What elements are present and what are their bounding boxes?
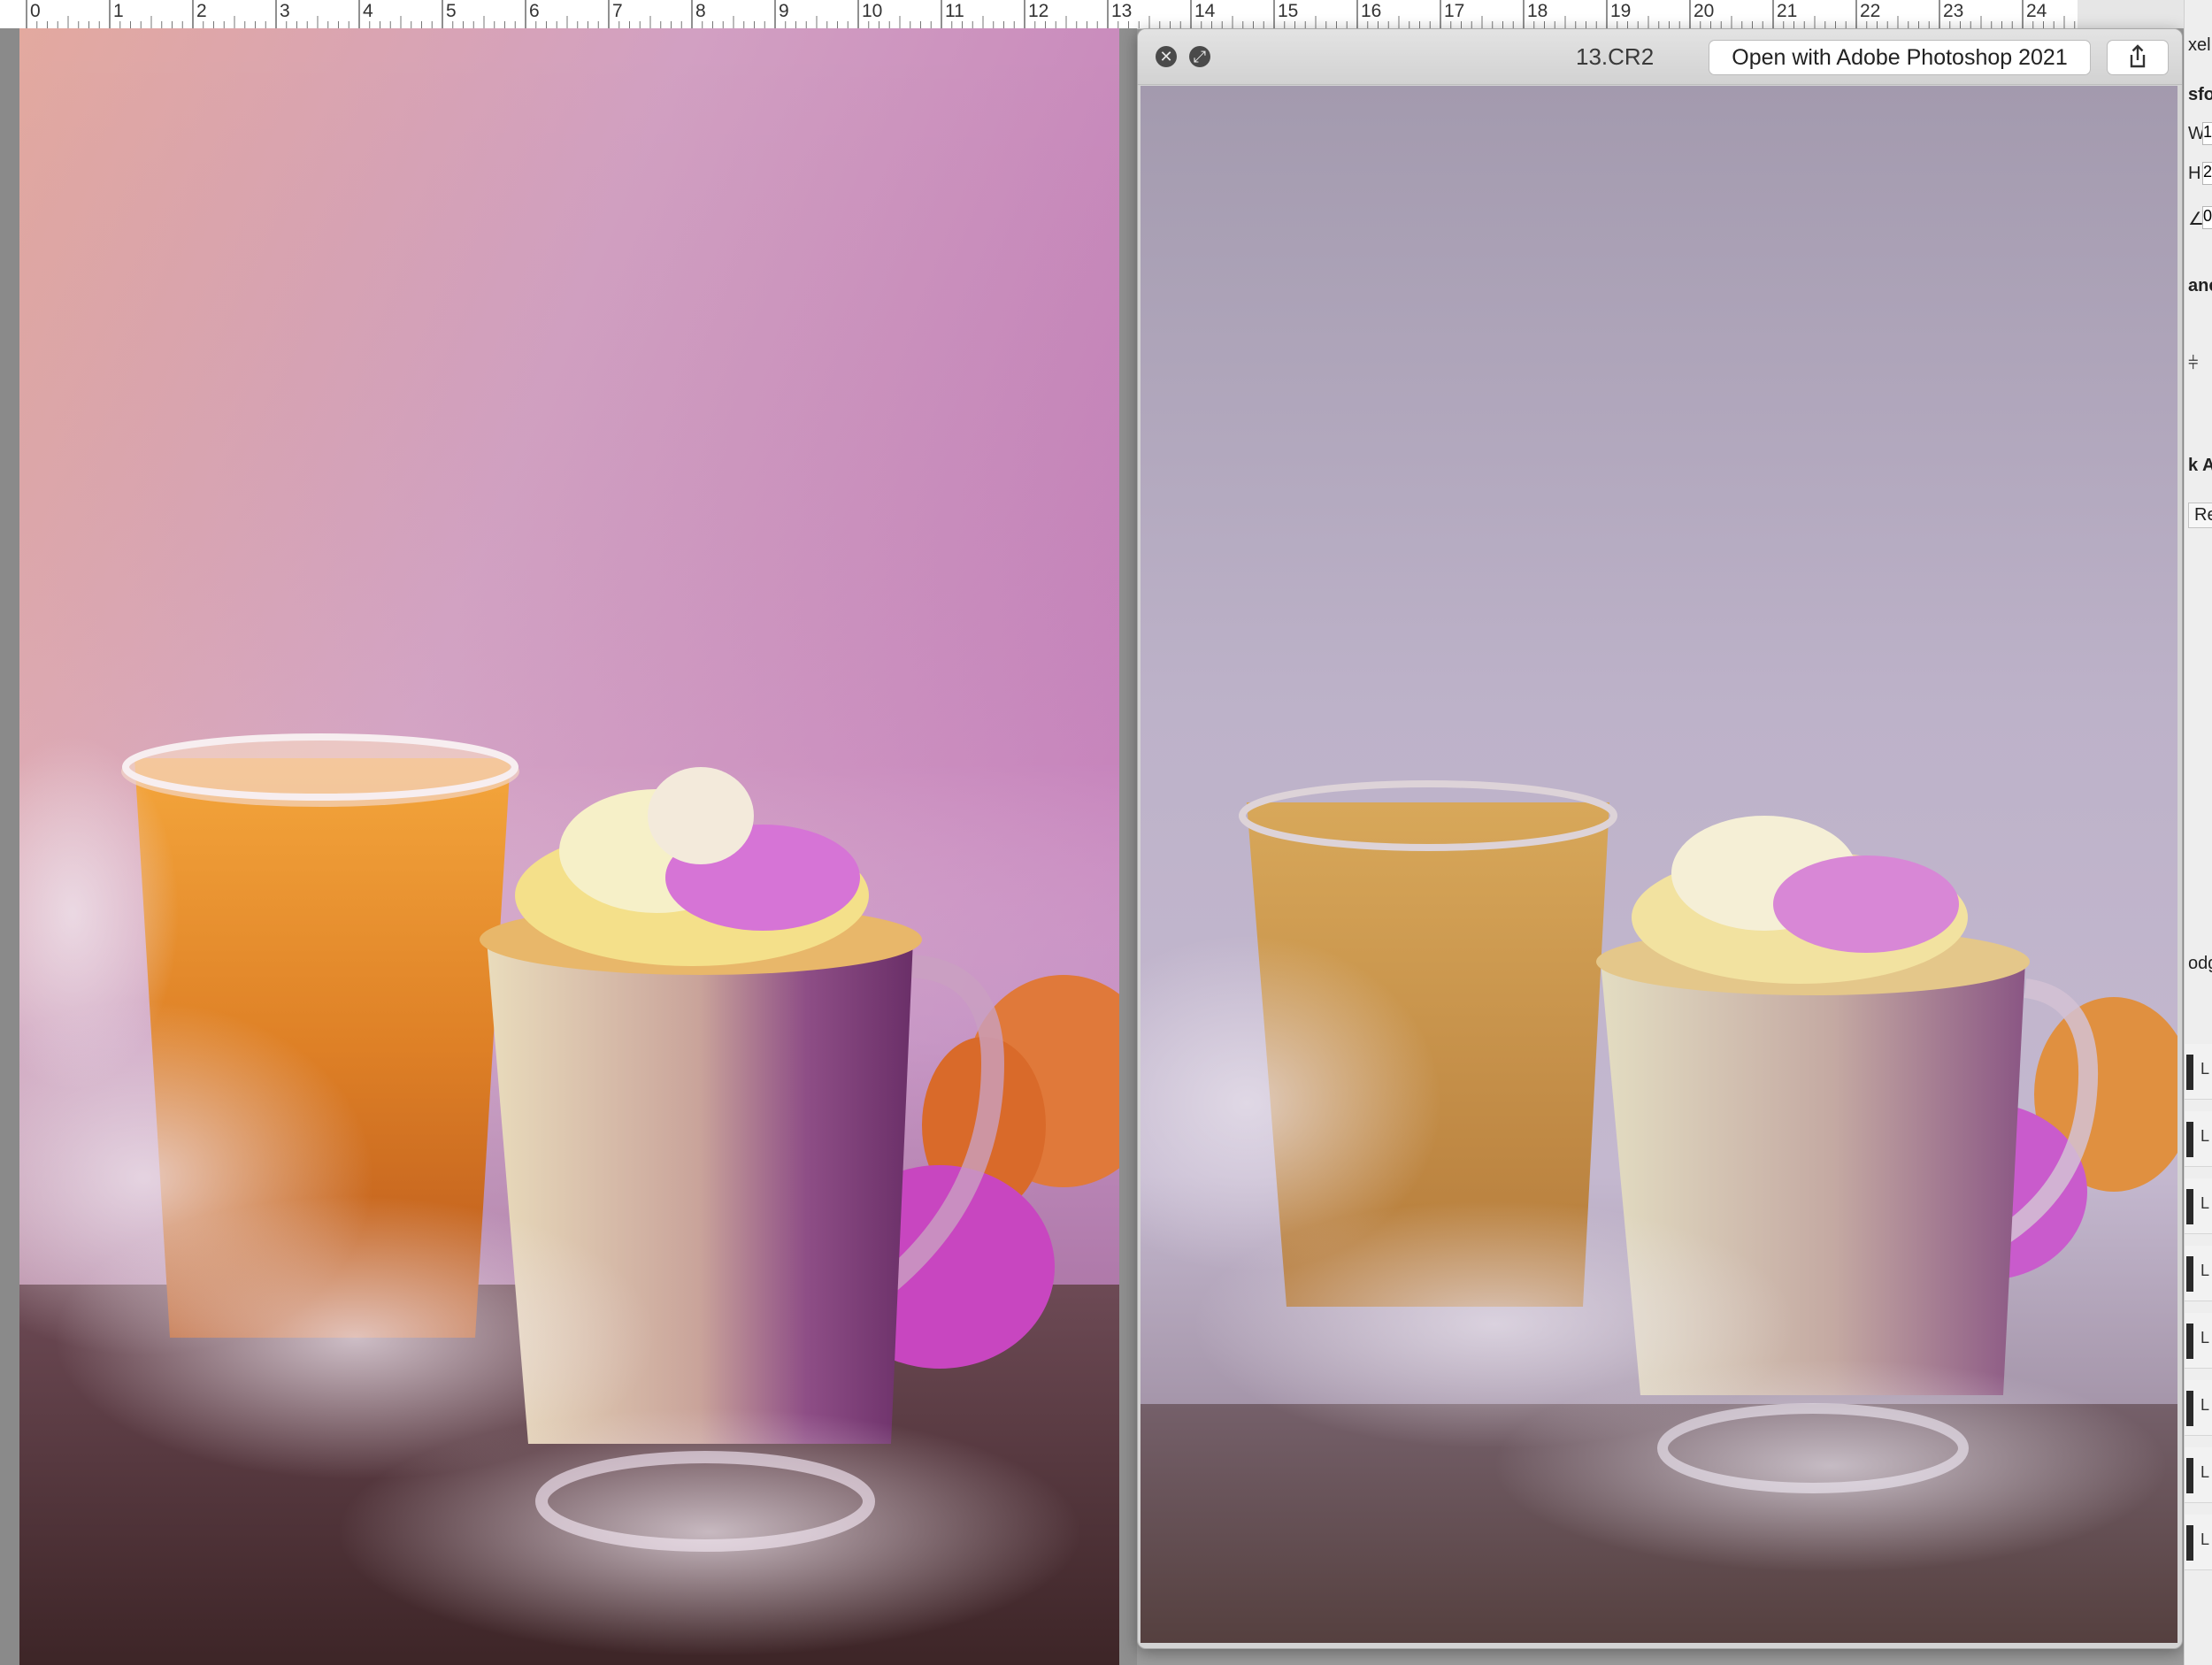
ruler-label: 24 <box>2026 1 2047 21</box>
align-icon[interactable]: ⫩ <box>2188 354 2198 374</box>
ruler-label: 13 <box>1111 1 1133 21</box>
layer-row[interactable]: L <box>2185 1515 2212 1570</box>
layer-name: L <box>2200 1127 2210 1145</box>
layer-thumbnail <box>2186 1391 2193 1426</box>
layer-thumbnail <box>2186 1458 2193 1493</box>
layer-thumbnail <box>2186 1122 2193 1157</box>
ruler-label: 19 <box>1610 1 1632 21</box>
layer-thumbnail <box>2186 1256 2193 1292</box>
ruler-label: 14 <box>1194 1 1216 21</box>
ruler-label: 3 <box>280 1 290 21</box>
ruler-label: 12 <box>1028 1 1049 21</box>
transform-heading: sfor <box>2188 85 2212 104</box>
height-label: H <box>2188 164 2201 183</box>
ruler-label: 22 <box>1860 1 1881 21</box>
ruler-label: 16 <box>1361 1 1382 21</box>
ruler-label: 5 <box>446 1 457 21</box>
ruler-label: 4 <box>363 1 373 21</box>
layer-thumbnail <box>2186 1324 2193 1359</box>
ruler-label: 15 <box>1278 1 1299 21</box>
ruler-label: 9 <box>779 1 789 21</box>
ruler-label: 11 <box>945 1 964 21</box>
layer-row[interactable]: L <box>2185 1178 2212 1234</box>
ruler-label: 2 <box>196 1 207 21</box>
layer-thumbnail <box>2186 1525 2193 1561</box>
layer-thumbnail <box>2186 1055 2193 1090</box>
edited-photo-image <box>19 28 1119 1665</box>
share-icon <box>2130 44 2146 68</box>
open-with-photoshop-button[interactable]: Open with Adobe Photoshop 2021 <box>1709 40 2091 75</box>
quicklook-preview-image <box>1141 86 2177 1643</box>
quicklook-window[interactable]: ✕ ⤢ 13.CR2 Open with Adobe Photoshop 202… <box>1137 28 2183 1649</box>
layer-name: L <box>2200 1329 2210 1347</box>
file-name: 13.CR2 <box>1576 43 1655 70</box>
ruler-label: 8 <box>695 1 706 21</box>
height-field[interactable]: 2 <box>2202 162 2212 185</box>
canvas-divider <box>1119 28 1137 1665</box>
ruler-label: 1 <box>113 1 124 21</box>
layer-row[interactable]: L <box>2185 1246 2212 1301</box>
ruler-label: 10 <box>862 1 883 21</box>
dodge-layer-fragment: odg <box>2188 954 2212 973</box>
layer-name: L <box>2200 1531 2210 1548</box>
ruler-label: 6 <box>529 1 540 21</box>
ruler-label: 21 <box>1777 1 1798 21</box>
panel-fragment-pixel: xel <box>2188 35 2211 55</box>
ruler-label: 0 <box>30 1 41 21</box>
close-icon[interactable]: ✕ <box>1156 46 1177 67</box>
layer-name: L <box>2200 1396 2210 1414</box>
canvas-gutter <box>0 28 19 1665</box>
ruler-label: 18 <box>1527 1 1548 21</box>
layer-name: L <box>2200 1194 2210 1212</box>
layer-row[interactable]: L <box>2185 1380 2212 1436</box>
ruler-label: 23 <box>1943 1 1964 21</box>
share-button[interactable] <box>2107 40 2169 75</box>
layer-row[interactable]: L <box>2185 1044 2212 1100</box>
layer-thumbnail <box>2186 1189 2193 1224</box>
width-field[interactable]: 1 <box>2202 122 2212 145</box>
ruler-corner <box>2078 0 2184 28</box>
layer-row[interactable]: L <box>2185 1313 2212 1369</box>
original-photo-image <box>1141 86 2177 1643</box>
layer-row[interactable]: L <box>2185 1447 2212 1503</box>
layer-name: L <box>2200 1463 2210 1481</box>
ruler-label: 7 <box>612 1 623 21</box>
align-heading: anc <box>2188 276 2212 295</box>
ruler-label: 17 <box>1444 1 1465 21</box>
horizontal-ruler[interactable]: 0 1 2 3 4 5 6 7 8 9 10 11 12 13 14 15 16 17 18 19 20 21 22 23 24 <box>0 0 2078 29</box>
quick-actions-heading: k Ac <box>2188 456 2212 475</box>
layer-name: L <box>2200 1060 2210 1078</box>
photoshop-side-panel[interactable]: xel sfor W 1 H 2 ∠ 0 anc ⫩ k Ac Re odg L… <box>2184 0 2212 1665</box>
photo-canvas-edited[interactable] <box>19 28 1119 1665</box>
fullscreen-icon[interactable]: ⤢ <box>1189 46 1210 67</box>
angle-field[interactable]: 0 <box>2202 206 2212 229</box>
layer-name: L <box>2200 1262 2210 1279</box>
quicklook-titlebar[interactable]: ✕ ⤢ 13.CR2 Open with Adobe Photoshop 202… <box>1138 29 2182 85</box>
ruler-label: 20 <box>1694 1 1715 21</box>
layer-row[interactable]: L <box>2185 1111 2212 1167</box>
remove-background-button[interactable]: Re <box>2188 503 2212 528</box>
